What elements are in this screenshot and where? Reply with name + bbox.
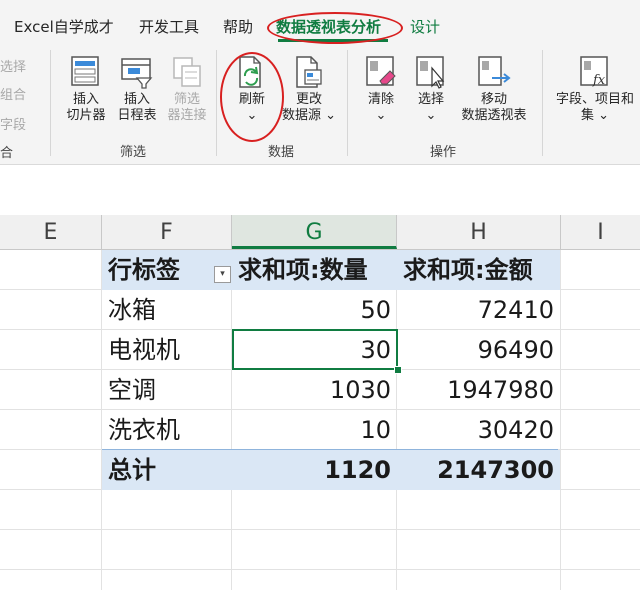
col-line [560,250,561,590]
formula-area-blank [0,165,640,215]
clear-icon [366,56,396,86]
group-separator [347,50,348,156]
pivot-header-sum-qty[interactable]: 求和项:数量 [232,250,397,290]
row-line [0,529,640,530]
clear-label: 清除 [367,92,394,107]
filter-connections-button[interactable]: 筛选 器连接 [162,54,212,124]
pivot-cell-amount[interactable]: 96490 [397,330,560,370]
fields-items-sets-label-1: 字段、项目和 [555,92,634,107]
filter-connections-icon [173,57,201,87]
select-button[interactable]: 选择 ⌄ [406,54,456,124]
column-header-h[interactable]: H [397,215,561,249]
group-label-filter: 筛选 [120,145,147,160]
change-data-source-icon [296,56,322,88]
tab-developer[interactable]: 开发工具 [139,16,199,37]
group-label-data: 数据 [268,145,295,160]
annotation-circle-tab [267,12,403,44]
change-data-source-button[interactable]: 更改 数据源 ⌄ [278,54,340,124]
move-pivottable-label-2: 数据透视表 [461,108,527,123]
insert-timeline-label-1: 插入 [123,92,150,107]
column-header-g[interactable]: G [232,215,397,249]
select-dropdown-chevron[interactable]: ⌄ [406,108,456,124]
pivot-cell-amount[interactable]: 30420 [397,410,560,450]
partial-label-group: 组合 [0,88,27,103]
row-labels-filter-dropdown[interactable]: ▾ [214,266,231,283]
partial-group-label: 合 [0,146,14,161]
fill-handle[interactable] [394,366,402,374]
pivot-cell-amount[interactable]: 1947980 [397,370,560,410]
column-header-row: E F G H I [0,215,640,250]
row-line [0,569,640,570]
group-separator [50,50,51,156]
pivot-row-label[interactable]: 冰箱 [102,290,232,330]
column-header-i[interactable]: I [561,215,640,249]
tab-excel-self-study[interactable]: Excel自学成才 [14,16,114,37]
pivot-header-sum-amount[interactable]: 求和项:金额 [397,250,560,290]
move-pivottable-icon [478,56,511,86]
slicer-icon [71,56,99,86]
insert-timeline-button[interactable]: 插入 日程表 [112,54,162,124]
move-pivottable-button[interactable]: 移动 数据透视表 [458,54,530,124]
svg-text:fx: fx [592,73,606,88]
ribbon-tab-bar: Excel自学成才 开发工具 帮助 数据透视表分析 设计 [0,0,640,44]
column-header-e[interactable]: E [0,215,102,249]
pivot-cell-qty[interactable]: 10 [232,410,397,450]
insert-slicer-button[interactable]: 插入 切片器 [60,54,112,124]
annotation-circle-refresh [220,52,284,142]
partial-label-select: 选择 [0,60,27,75]
group-separator [542,50,543,156]
pivot-cell-amount[interactable]: 72410 [397,290,560,330]
ribbon: 选择 组合 字段 合 插入 切片器 插入 日程表 筛选 器连接 筛选 刷新 ⌄ … [0,44,640,165]
active-cell-selection [232,329,398,370]
insert-slicer-label-2: 切片器 [66,108,106,123]
change-data-source-label-2: 数据源 ⌄ [281,108,337,123]
pivot-grand-total-qty[interactable]: 1120 [232,450,397,490]
pivot-grand-total-label[interactable]: 总计 [102,450,232,490]
filter-connections-label-1: 筛选 [173,92,200,107]
tab-design[interactable]: 设计 [410,16,440,37]
column-header-f[interactable]: F [102,215,232,249]
pivot-cell-qty[interactable]: 50 [232,290,397,330]
group-label-actions: 操作 [430,145,457,160]
fields-items-sets-button[interactable]: fx 字段、项目和 集 ⌄ [550,54,640,124]
insert-slicer-label-1: 插入 [72,92,99,107]
pivot-grand-total-amount[interactable]: 2147300 [397,450,560,490]
pivot-row-label[interactable]: 空调 [102,370,232,410]
fields-items-sets-label-2: 集 ⌄ [580,108,610,123]
pivot-row-label[interactable]: 洗衣机 [102,410,232,450]
select-icon [416,56,445,89]
select-label: 选择 [417,92,444,107]
insert-timeline-label-2: 日程表 [117,108,157,123]
pivot-cell-qty[interactable]: 1030 [232,370,397,410]
move-pivottable-label-1: 移动 [480,92,507,107]
fields-items-sets-icon: fx [580,56,608,88]
pivot-header-row-labels[interactable]: 行标签 [102,250,232,290]
clear-dropdown-chevron[interactable]: ⌄ [356,108,406,124]
pivot-row-label[interactable]: 电视机 [102,330,232,370]
tab-help[interactable]: 帮助 [223,16,253,37]
timeline-icon [121,58,153,89]
change-data-source-label-1: 更改 [295,92,322,107]
partial-label-field: 字段 [0,118,27,133]
clear-button[interactable]: 清除 ⌄ [356,54,406,124]
group-separator [216,50,217,156]
filter-connections-label-2: 器连接 [167,108,207,123]
